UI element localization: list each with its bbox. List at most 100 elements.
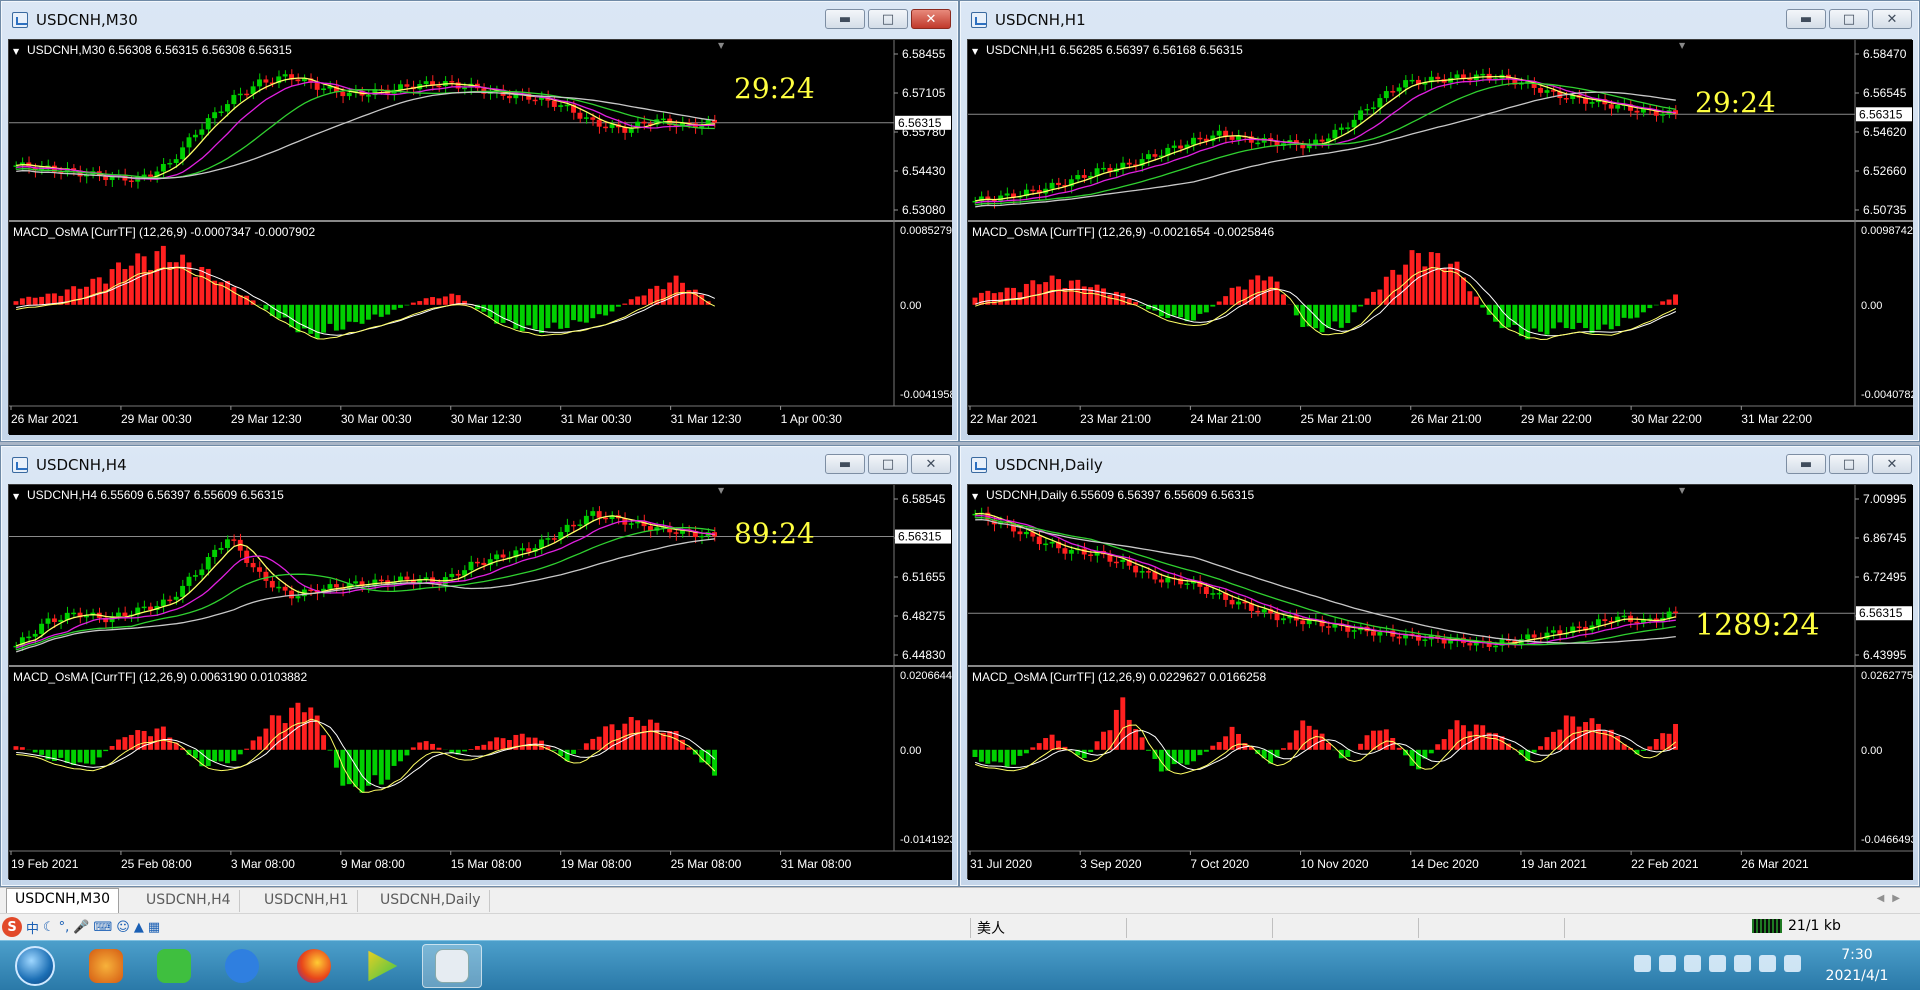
taskbar-browser[interactable] <box>76 944 136 988</box>
candle-body <box>244 93 250 96</box>
chart-area[interactable]: 7.009956.867456.724956.582456.439956.563… <box>967 484 1913 880</box>
maximize-button[interactable]: □ <box>868 9 908 29</box>
grid-menu-icon[interactable]: ▦ <box>148 920 160 935</box>
candle-body <box>372 579 378 586</box>
price-tick-label: 6.52660 <box>1863 164 1907 178</box>
tray-signal-icon[interactable] <box>1784 955 1801 972</box>
macd-bar <box>1293 730 1299 750</box>
window-titlebar[interactable]: USDCNH,H1 ▬ □ ✕ <box>967 1 1912 39</box>
time-tick-label: 9 Mar 08:00 <box>341 857 405 871</box>
tab-usdcnh-daily[interactable]: USDCNH,Daily <box>372 890 490 912</box>
minimize-button[interactable]: ▬ <box>825 454 865 474</box>
tab-usdcnh-m30[interactable]: USDCNH,M30 <box>6 888 120 913</box>
window-titlebar[interactable]: USDCNH,H4 ▬ □ ✕ <box>8 446 951 484</box>
shift-marker-icon[interactable]: ▼ <box>718 41 725 50</box>
window-titlebar[interactable]: USDCNH,Daily ▬ □ ✕ <box>967 446 1912 484</box>
macd-bar <box>276 715 282 750</box>
tray-flag-icon[interactable] <box>1759 955 1776 972</box>
emoji-icon[interactable]: ☺ <box>116 920 130 935</box>
shift-marker-icon[interactable]: ▼ <box>718 486 725 495</box>
tab-scroll-arrows-icon[interactable]: ◀▶ <box>1877 893 1908 904</box>
close-button[interactable]: ✕ <box>1872 9 1912 29</box>
time-tick-label: 15 Mar 08:00 <box>451 857 522 871</box>
macd-bar <box>558 304 564 329</box>
sogou-ime-icon[interactable]: S <box>2 917 22 937</box>
macd-bar <box>596 736 602 750</box>
candle-body <box>1171 145 1177 148</box>
close-button[interactable]: ✕ <box>911 9 951 29</box>
collapse-triangle-icon[interactable]: ▼ <box>972 47 979 56</box>
microphone-icon[interactable]: 🎤 <box>73 920 89 935</box>
tray-volume-icon[interactable] <box>1734 955 1751 972</box>
taskbar-firefox[interactable] <box>284 944 344 988</box>
chart-window-h4[interactable]: USDCNH,H4 ▬ □ ✕ 6.585456.551006.516556.4… <box>0 445 959 887</box>
macd-bar <box>1435 253 1441 305</box>
price-tick-label: 7.00995 <box>1863 492 1907 506</box>
price-tick-label: 6.57105 <box>902 86 946 100</box>
tab-usdcnh-h4[interactable]: USDCNH,H4 <box>138 890 240 912</box>
chart-area[interactable]: 6.58455 6.57105 6.55780 6.54430 6.53080 6.563… <box>8 39 952 435</box>
ime-toolbar[interactable]: S 中 ☾ °, 🎤 ⌨ ☺ ▲ ▦ <box>2 917 160 937</box>
candle-body <box>1133 565 1139 573</box>
price-tick-label: 6.53080 <box>902 203 946 217</box>
tray-shield-icon[interactable] <box>1684 955 1701 972</box>
chart-tab-bar: USDCNH,M30 USDCNH,H4 USDCNH,H1 USDCNH,Da… <box>0 887 1920 913</box>
macd-bar <box>1550 731 1556 750</box>
macd-bar <box>64 749 70 763</box>
macd-label: MACD_OsMA [CurrTF] (12,26,9) -0.0021654 … <box>972 225 1274 239</box>
macd-bar <box>1281 748 1286 750</box>
connection-status[interactable]: 21/1 kb <box>1752 918 1841 934</box>
moon-icon[interactable]: ☾ <box>43 920 55 935</box>
collapse-triangle-icon[interactable]: ▼ <box>972 492 979 501</box>
ime-mode-label[interactable]: 中 <box>26 918 39 937</box>
macd-bar <box>462 749 468 752</box>
window-titlebar[interactable]: USDCNH,M30 ▬ □ ✕ <box>8 1 951 39</box>
chart-area[interactable]: 6.585456.551006.516556.482756.448306.563… <box>8 484 952 880</box>
shift-marker-icon[interactable]: ▼ <box>1679 486 1686 495</box>
time-tick-label: 30 Mar 22:00 <box>1631 412 1702 426</box>
tray-network-icon[interactable] <box>1709 955 1726 972</box>
close-button[interactable]: ✕ <box>911 454 951 474</box>
collapse-triangle-icon[interactable]: ▼ <box>13 492 20 501</box>
maximize-button[interactable]: □ <box>1829 9 1869 29</box>
macd-bar <box>116 739 121 750</box>
keyboard-icon[interactable]: ⌨ <box>94 920 113 935</box>
candle-body <box>1158 579 1164 583</box>
collapse-triangle-icon[interactable]: ▼ <box>13 47 20 56</box>
time-tick-label: 26 Mar 2021 <box>11 412 79 426</box>
minimize-button[interactable]: ▬ <box>1786 454 1826 474</box>
minimize-button[interactable]: ▬ <box>1786 9 1826 29</box>
chart-area[interactable]: 6.58470 6.56545 6.54620 6.52660 6.50735 6.563… <box>967 39 1913 435</box>
shift-marker-icon[interactable]: ▼ <box>1679 41 1686 50</box>
chart-window-h1[interactable]: USDCNH,H1 ▬ □ ✕ 6.58470 6.56545 6.54620 6.5… <box>959 0 1920 442</box>
chart-window-m30[interactable]: USDCNH,M30 ▬ □ ✕ 6.58455 6.57105 6.55780 6.… <box>0 0 959 442</box>
time-tick-label: 19 Mar 08:00 <box>561 857 632 871</box>
time-tick-label: 26 Mar 2021 <box>1741 857 1809 871</box>
punctuation-icon[interactable]: °, <box>59 920 70 935</box>
candle-body <box>1023 531 1029 535</box>
minimize-button[interactable]: ▬ <box>825 9 865 29</box>
candle-body <box>1531 634 1537 638</box>
tray-wechat-icon[interactable] <box>1659 955 1676 972</box>
candle-body <box>289 590 294 599</box>
candle-body <box>519 548 525 551</box>
maximize-button[interactable]: □ <box>868 454 908 474</box>
price-chart[interactable]: 6.58470 6.56545 6.54620 6.52660 6.50735 6.563… <box>968 40 1913 435</box>
taskbar-clock[interactable]: 7:30 2021/4/1 <box>1812 945 1902 987</box>
tray-app-icon[interactable] <box>1634 955 1651 972</box>
price-chart[interactable]: 6.584556.571056.557806.544306.530806.563… <box>9 40 952 435</box>
maximize-button[interactable]: □ <box>1829 454 1869 474</box>
price-chart[interactable]: 7.009956.867456.724956.582456.439956.563… <box>968 485 1913 880</box>
macd-bar <box>1422 266 1428 305</box>
taskbar-wechat[interactable] <box>144 944 204 988</box>
macd-bar <box>978 749 984 762</box>
chart-window-daily[interactable]: USDCNH,Daily ▬ □ ✕ 7.00995 6.86745 6.72495… <box>959 445 1920 887</box>
price-chart[interactable]: 6.585456.551006.516556.482756.448306.563… <box>9 485 952 880</box>
start-button[interactable] <box>8 943 62 989</box>
taskbar-media-player[interactable] <box>352 944 412 988</box>
taskbar-edit[interactable] <box>212 944 272 988</box>
taskbar-terminal-app[interactable] <box>422 944 482 988</box>
shirt-icon[interactable]: ▲ <box>134 920 144 935</box>
close-button[interactable]: ✕ <box>1872 454 1912 474</box>
tab-usdcnh-h1[interactable]: USDCNH,H1 <box>256 890 358 912</box>
